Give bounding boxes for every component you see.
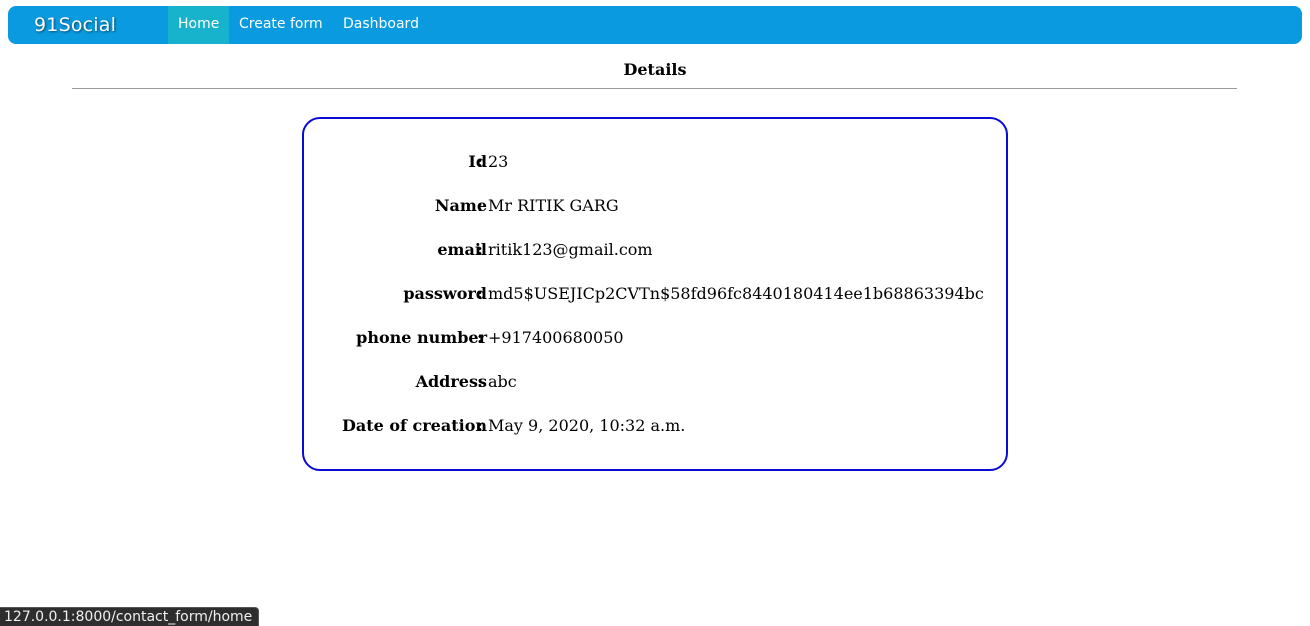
- detail-row-address: Address : abc: [304, 372, 1010, 394]
- detail-label-password: password: [403, 284, 487, 303]
- detail-row-date-of-creation: Date of creation : May 9, 2020, 10:32 a.…: [304, 416, 1010, 438]
- title-divider: [72, 88, 1237, 89]
- detail-colon: :: [477, 284, 483, 303]
- brand-logo[interactable]: 91Social: [34, 14, 116, 36]
- detail-colon: :: [477, 152, 483, 171]
- detail-value-email: ritik123@gmail.com: [488, 240, 653, 259]
- detail-label-phone: phone number: [356, 328, 487, 347]
- detail-colon: :: [477, 196, 483, 215]
- nav-item-home[interactable]: Home: [168, 6, 230, 44]
- detail-colon: :: [477, 416, 483, 435]
- detail-colon: :: [477, 240, 483, 259]
- details-card: Id : 23 Name : Mr RITIK GARG email : rit…: [302, 117, 1008, 471]
- detail-value-phone: +917400680050: [488, 328, 624, 347]
- navbar: 91Social Home Create form Dashboard: [8, 6, 1302, 44]
- detail-row-name: Name : Mr RITIK GARG: [304, 196, 1010, 218]
- detail-row-id: Id : 23: [304, 152, 1010, 174]
- page-title: Details: [623, 60, 687, 79]
- detail-value-address: abc: [488, 372, 517, 391]
- detail-value-date-of-creation: May 9, 2020, 10:32 a.m.: [488, 416, 686, 435]
- nav-item-dashboard[interactable]: Dashboard: [333, 6, 429, 44]
- detail-value-name: Mr RITIK GARG: [488, 196, 619, 215]
- detail-row-password: password : md5$USEJICp2CVTn$58fd96fc8440…: [304, 284, 1010, 306]
- detail-label-date-of-creation: Date of creation: [342, 416, 487, 435]
- detail-colon: :: [477, 372, 483, 391]
- detail-value-password: md5$USEJICp2CVTn$58fd96fc8440180414ee1b6…: [488, 284, 984, 303]
- nav-item-create-form[interactable]: Create form: [229, 6, 333, 44]
- detail-row-phone: phone number : +917400680050: [304, 328, 1010, 350]
- detail-row-email: email : ritik123@gmail.com: [304, 240, 1010, 262]
- status-bar-url: 127.0.0.1:8000/contact_form/home: [0, 607, 260, 626]
- detail-colon: :: [477, 328, 483, 347]
- detail-value-id: 23: [488, 152, 509, 171]
